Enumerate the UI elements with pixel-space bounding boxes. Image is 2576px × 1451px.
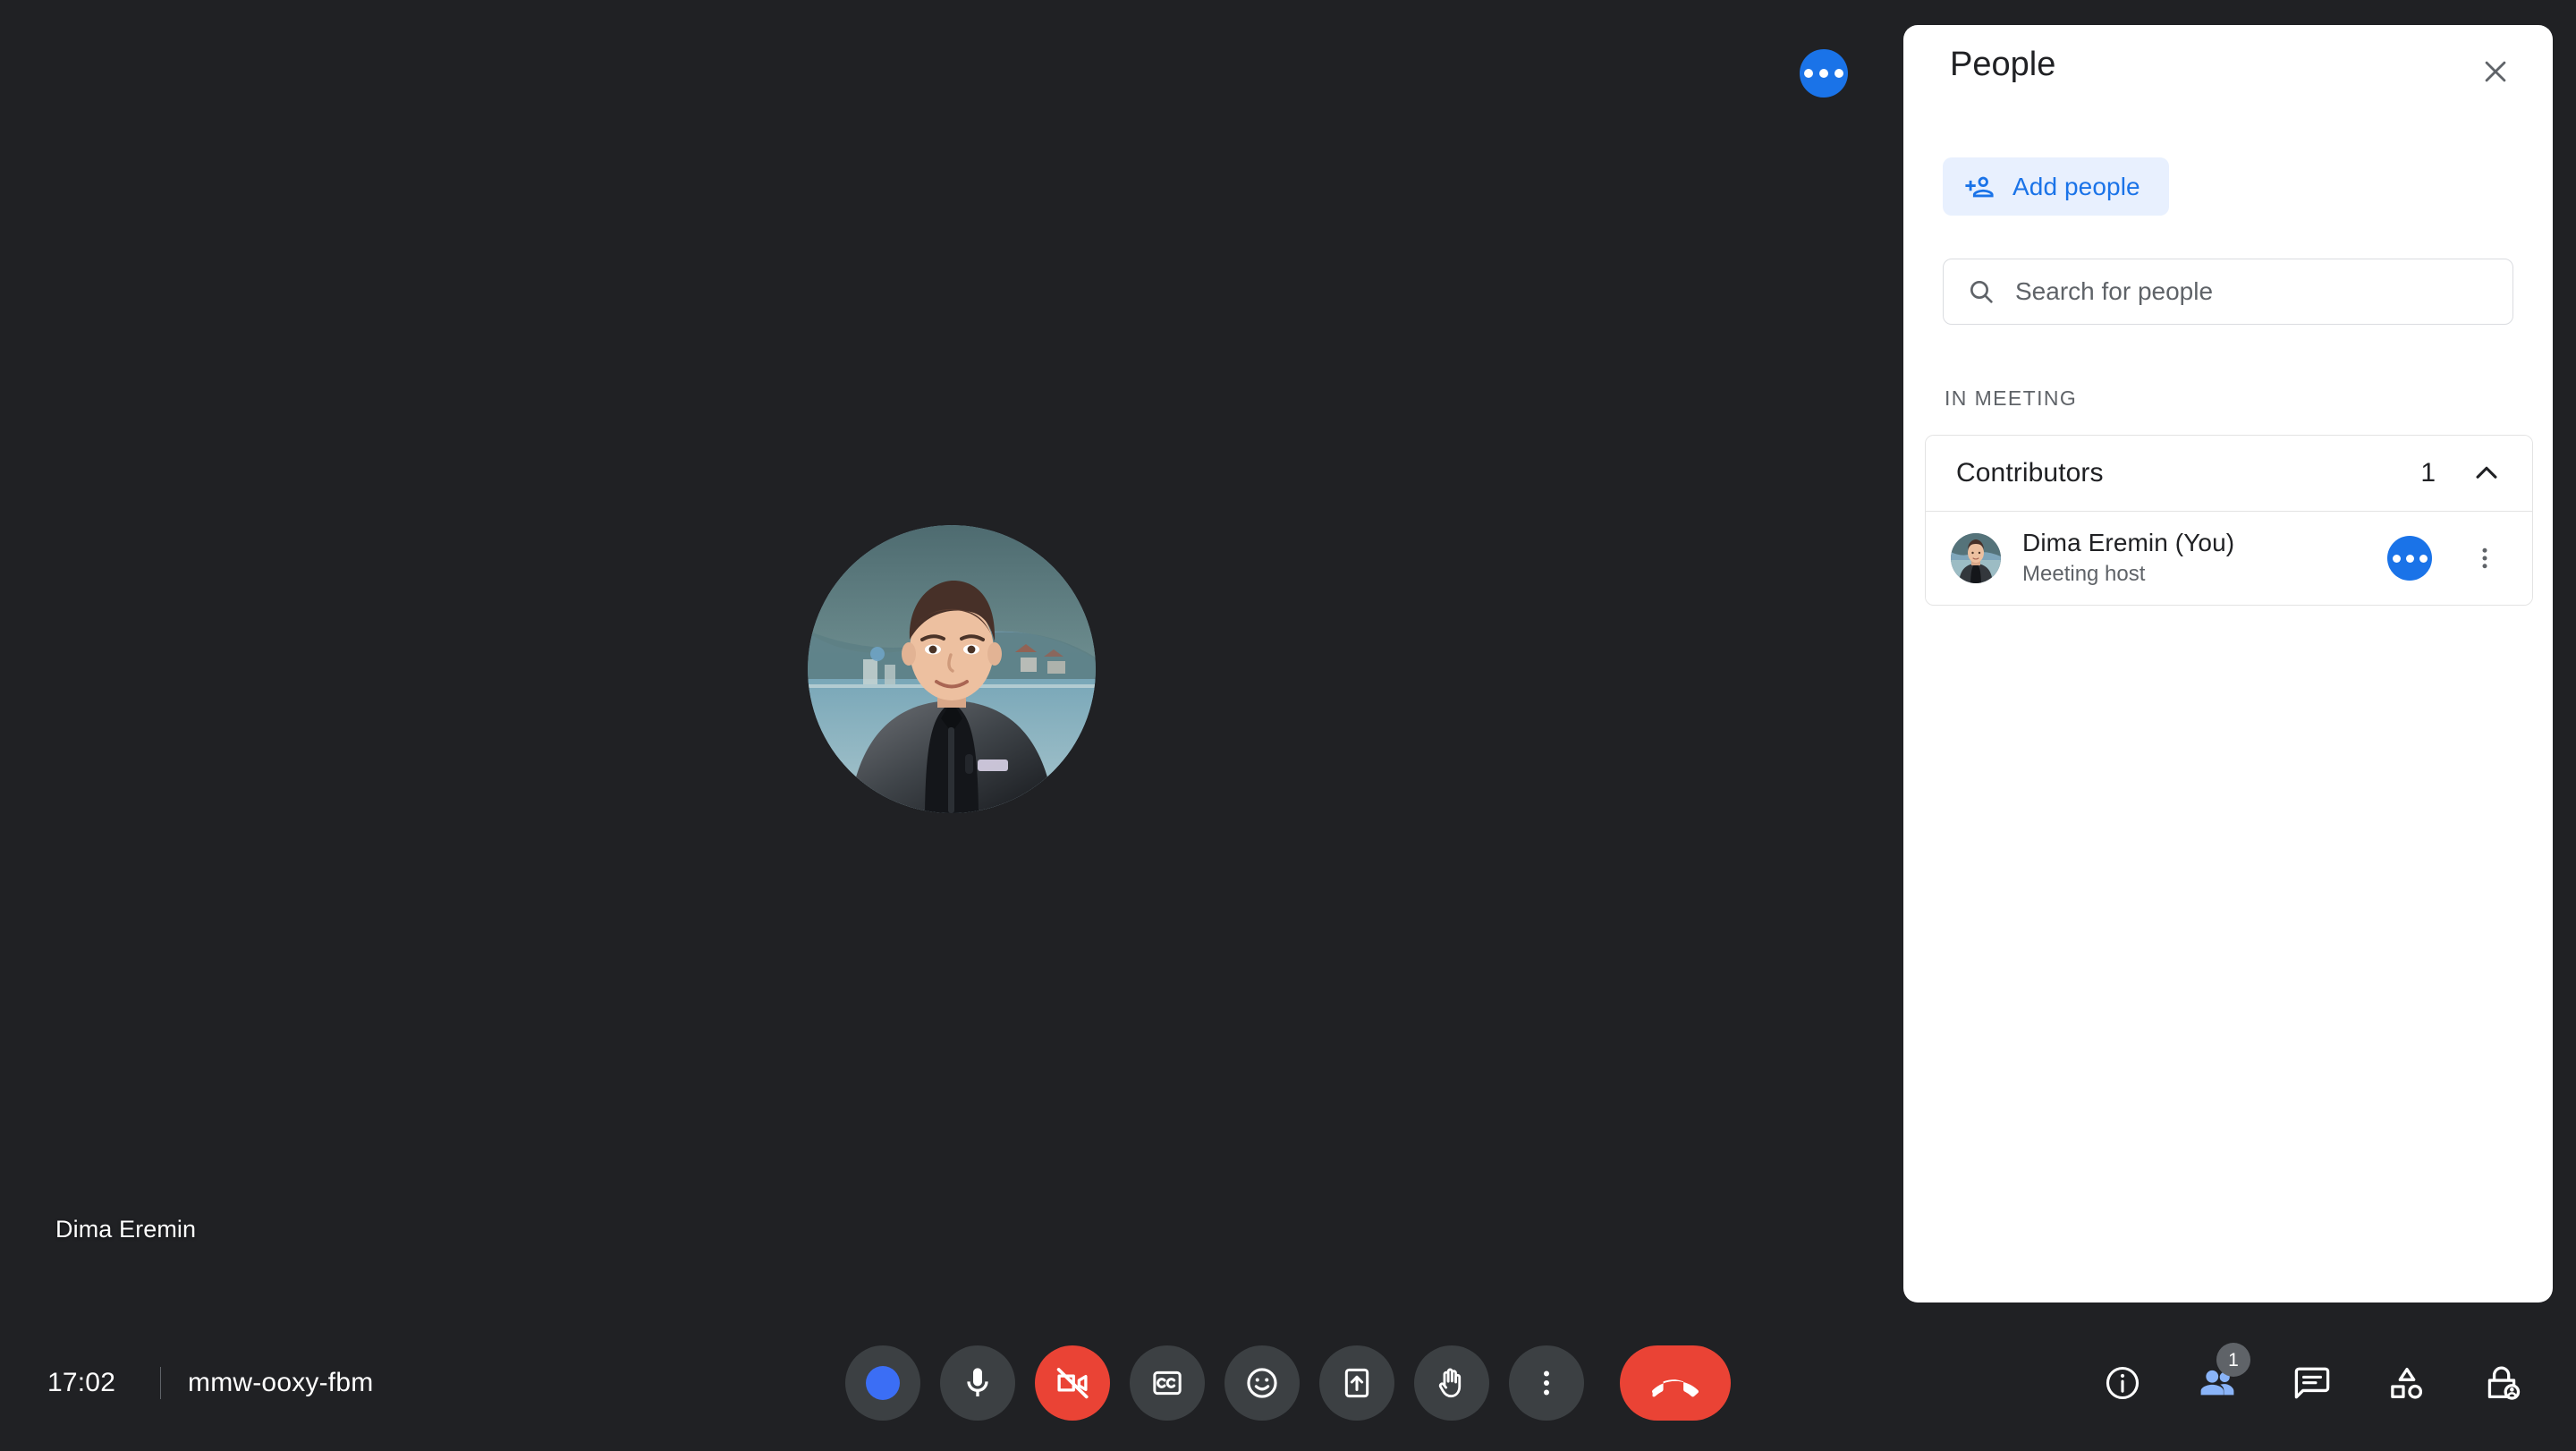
dot	[1835, 69, 1843, 78]
present-screen-button[interactable]	[1319, 1345, 1394, 1421]
shapes-icon	[2391, 1367, 2423, 1399]
person-add-icon	[1965, 176, 1994, 197]
people-count-badge: 1	[2216, 1343, 2250, 1377]
avatar	[808, 525, 1096, 813]
add-people-button[interactable]: Add people	[1943, 157, 2169, 216]
participant-role: Meeting host	[2022, 562, 2146, 587]
dot	[1804, 69, 1813, 78]
google-meet-window: Dima Eremin People Add people Search for…	[0, 0, 2576, 1451]
visual-effects-button[interactable]	[845, 1345, 920, 1421]
search-input-wrapper[interactable]	[1943, 259, 2513, 325]
bottom-bar: 17:02 mmw-ooxy-fbm 1	[0, 1315, 2576, 1451]
camera-button[interactable]	[1035, 1345, 1110, 1421]
user-photo-avatar	[1951, 533, 2001, 583]
emoji-smiley-icon	[1247, 1368, 1277, 1398]
contributors-group-count: 1	[2420, 458, 2436, 488]
host-controls-button[interactable]	[2463, 1345, 2540, 1421]
meeting-meta: 17:02 mmw-ooxy-fbm	[47, 1367, 373, 1399]
dot	[2392, 554, 2401, 563]
reactions-button[interactable]	[1224, 1345, 1300, 1421]
dot	[2419, 554, 2428, 563]
avatar	[1951, 533, 2001, 583]
add-people-label: Add people	[2012, 172, 2140, 200]
lock-person-icon	[2487, 1366, 2521, 1400]
activities-button[interactable]	[2368, 1345, 2445, 1421]
panel-header: People	[1903, 25, 2553, 107]
captions-button[interactable]	[1130, 1345, 1205, 1421]
present-screen-icon	[1344, 1368, 1369, 1398]
search-input[interactable]	[2015, 277, 2489, 306]
video-stage: Dima Eremin	[0, 0, 1903, 1315]
more-horizontal-icon[interactable]	[2387, 536, 2432, 581]
close-glyph	[2485, 61, 2506, 82]
more-vertical-icon	[1544, 1370, 1549, 1396]
right-toolbar: 1	[2084, 1343, 2540, 1421]
search-icon	[1970, 281, 1993, 303]
microphone-icon	[967, 1368, 988, 1396]
leave-call-button[interactable]	[1620, 1345, 1731, 1421]
people-panel: People Add people In meeting	[1903, 25, 2553, 1303]
raised-hand-icon	[1438, 1368, 1462, 1398]
contributors-group-card: Contributors 1 Dima Eremin (You) Meeting…	[1925, 435, 2533, 606]
meeting-details-button[interactable]	[2084, 1345, 2161, 1421]
meeting-code: mmw-ooxy-fbm	[188, 1368, 374, 1397]
in-meeting-label: In meeting	[1945, 386, 2078, 410]
contributors-group-header[interactable]: Contributors 1	[1926, 436, 2532, 511]
chevron-up-icon[interactable]	[2468, 454, 2505, 492]
divider	[160, 1367, 161, 1399]
people-button[interactable]: 1	[2179, 1343, 2256, 1421]
user-photo-avatar	[808, 525, 1096, 813]
self-tile-name: Dima Eremin	[55, 1216, 197, 1243]
clock: 17:02	[47, 1368, 116, 1397]
blue-circle-icon	[866, 1366, 900, 1400]
more-horizontal-icon[interactable]	[1800, 49, 1848, 98]
chevron-up-glyph	[2476, 466, 2497, 479]
call-controls	[845, 1345, 1731, 1421]
raise-hand-button[interactable]	[1414, 1345, 1489, 1421]
end-call-icon	[1652, 1379, 1699, 1397]
chat-bubble-icon	[2294, 1367, 2330, 1399]
dot	[2405, 554, 2414, 563]
camera-off-icon	[1056, 1368, 1089, 1399]
chat-button[interactable]	[2274, 1345, 2351, 1421]
close-icon[interactable]	[2469, 45, 2522, 98]
list-item[interactable]: Dima Eremin (You) Meeting host	[1926, 512, 2532, 605]
participant-more-options-button[interactable]	[2459, 532, 2511, 584]
closed-captions-icon	[1153, 1370, 1182, 1396]
contributors-group-name: Contributors	[1956, 458, 2104, 488]
participant-name: Dima Eremin (You)	[2022, 529, 2235, 557]
page-title: People	[1950, 46, 2056, 83]
more-vertical-icon	[2482, 547, 2487, 569]
microphone-button[interactable]	[940, 1345, 1015, 1421]
dot	[1819, 69, 1828, 78]
more-options-button[interactable]	[1509, 1345, 1584, 1421]
participant-info: Dima Eremin (You) Meeting host	[2022, 528, 2366, 588]
info-circle-icon	[2106, 1366, 2140, 1400]
